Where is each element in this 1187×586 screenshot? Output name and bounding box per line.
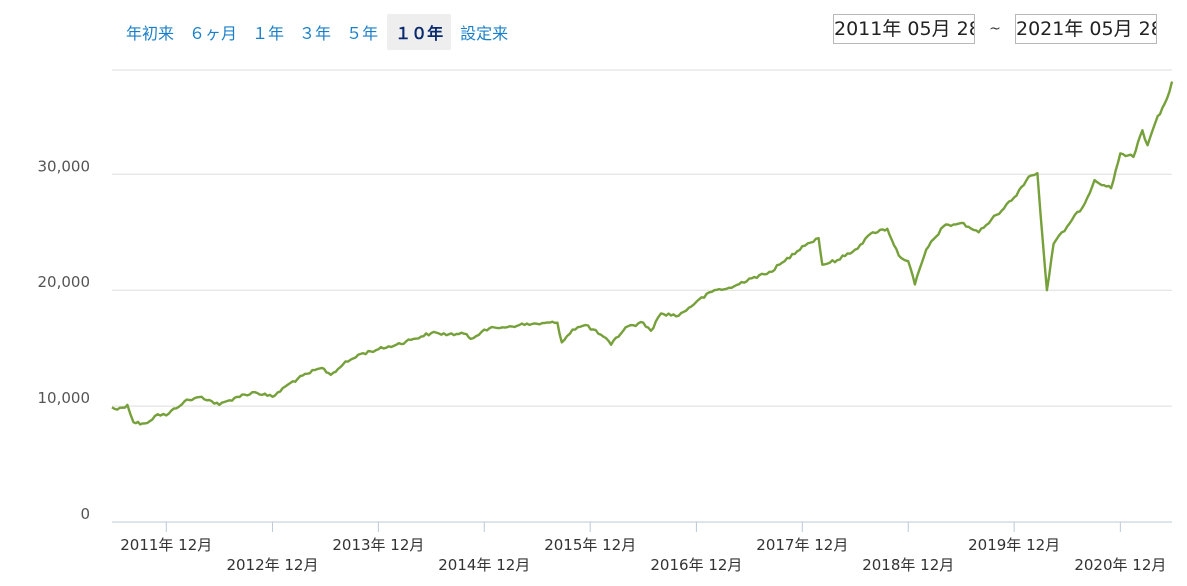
x-tick-label: 2017年 12月 <box>756 536 848 554</box>
x-tick-label: 2012年 12月 <box>226 556 318 574</box>
x-tick-label: 2014年 12月 <box>438 556 530 574</box>
x-tick-label: 2019年 12月 <box>968 536 1060 554</box>
y-tick-label: 20,000 <box>38 273 91 291</box>
x-tick-label: 2013年 12月 <box>332 536 424 554</box>
price-series-line <box>111 81 1174 426</box>
x-axis-ticks: 2011年 12月 2012年 12月 2013年 12月 2014年 12月 2015… <box>120 522 1166 574</box>
x-tick-label: 2020年 12月 <box>1074 556 1166 574</box>
y-axis-labels: 0 10,000 20,000 30,000 <box>38 157 91 523</box>
y-tick-label: 0 <box>80 505 90 523</box>
x-tick-label: 2015年 12月 <box>544 536 636 554</box>
x-tick-label: 2011年 12月 <box>120 536 212 554</box>
x-tick-label: 2016年 12月 <box>650 556 742 574</box>
y-tick-label: 30,000 <box>38 157 91 175</box>
price-chart: 010,00020,00030,000 2011年 12月2012年 12月20… <box>38 69 1174 574</box>
x-tick-label: 2018年 12月 <box>862 556 954 574</box>
grid-lines <box>112 69 1172 407</box>
y-tick-label: 10,000 <box>38 389 91 407</box>
